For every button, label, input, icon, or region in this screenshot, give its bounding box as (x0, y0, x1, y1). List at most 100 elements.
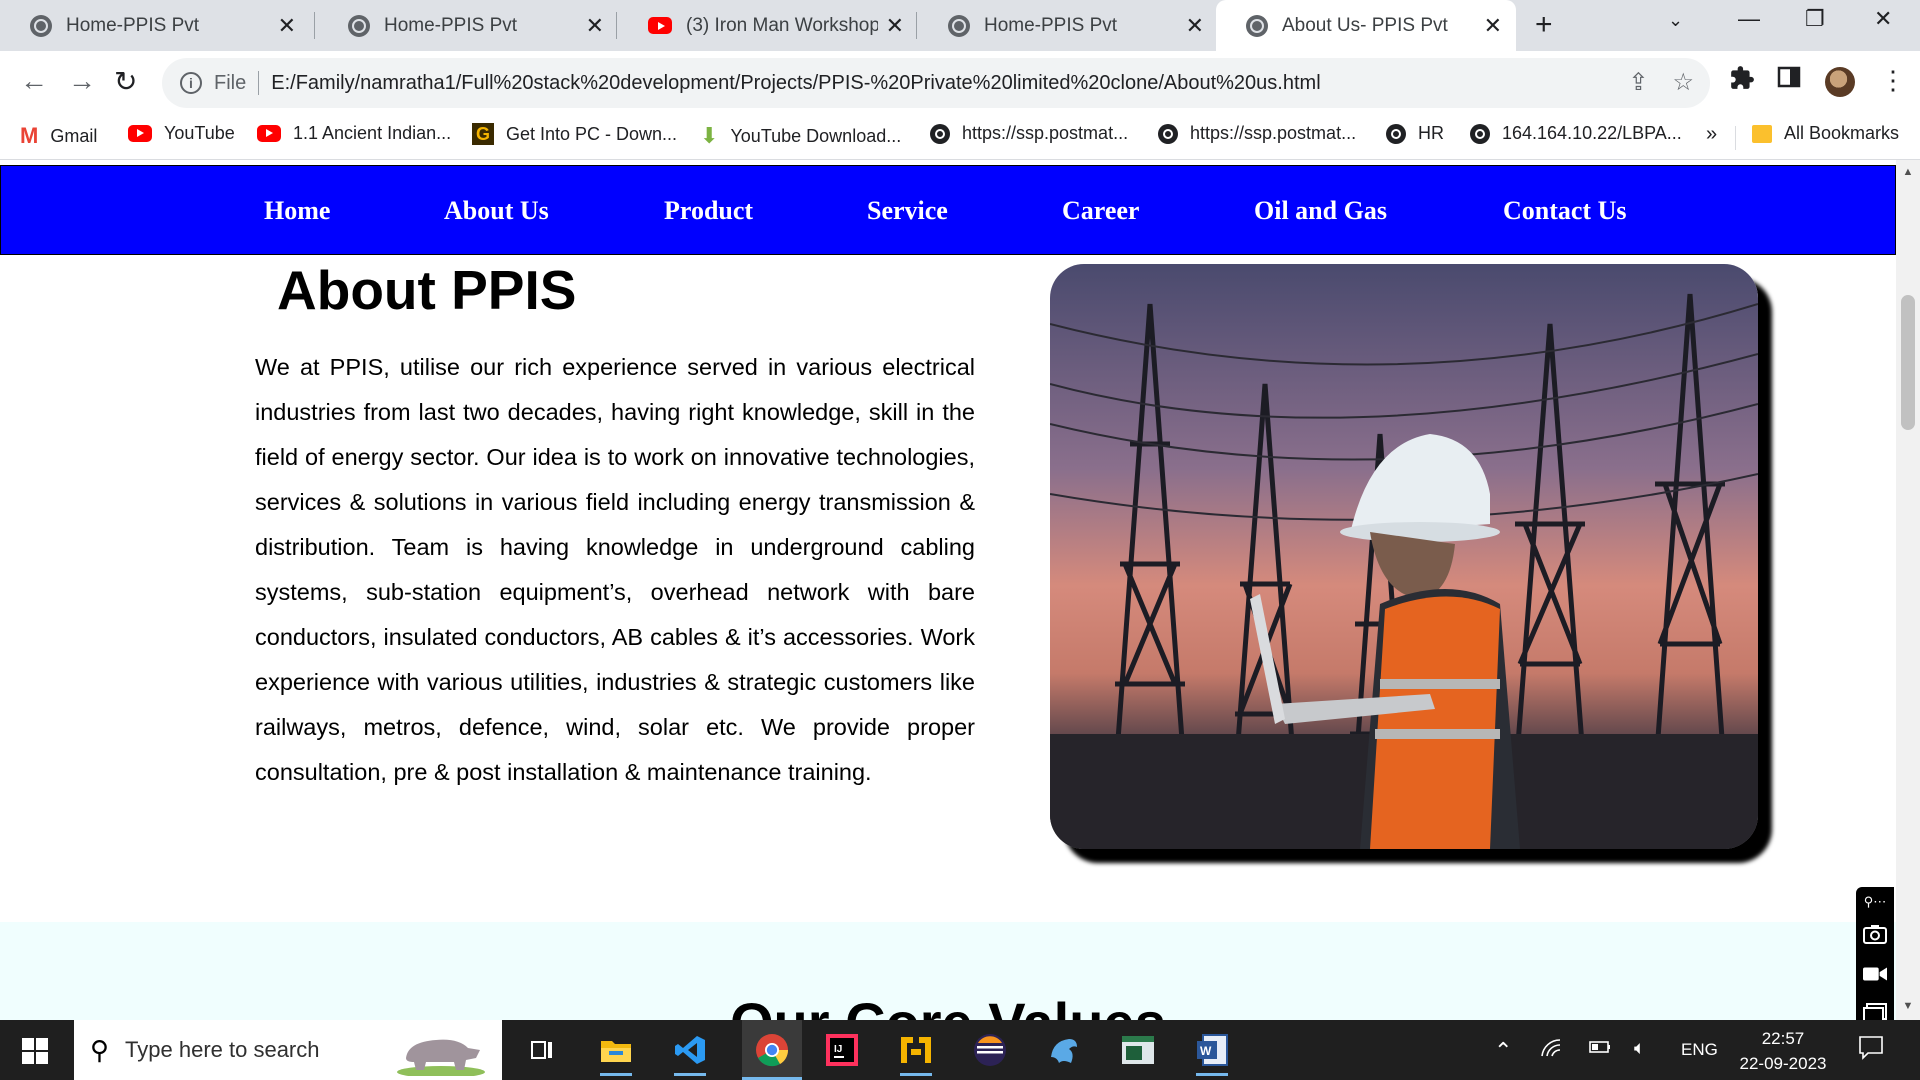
bookmark-item[interactable]: https://ssp.postmat... (930, 123, 1128, 144)
bookmark-label: https://ssp.postmat... (1190, 123, 1357, 143)
forward-icon[interactable]: → (68, 65, 96, 97)
windows-start-icon[interactable] (22, 1038, 48, 1064)
scroll-down-arrow-icon[interactable]: ▼ (1896, 996, 1920, 1016)
share-icon[interactable]: ⇪ (1628, 68, 1648, 97)
volume-icon[interactable]: 🔈︎ (1634, 1038, 1645, 1060)
divider (1735, 126, 1736, 150)
url-text[interactable]: E:/Family/namratha1/Full%20stack%20devel… (271, 72, 1320, 95)
notification-icon[interactable] (1858, 1034, 1884, 1066)
bookmark-label: 1.1 Ancient Indian... (293, 123, 452, 143)
svg-text:IJ: IJ (834, 1044, 842, 1055)
bookmark-label: https://ssp.postmat... (962, 123, 1129, 143)
language-indicator[interactable]: ENG (1681, 1040, 1718, 1060)
tab-title: Home-PPIS Pvt (984, 14, 1118, 36)
screen-recorder-toolbar: ⚲⋯ ⚙ (1856, 887, 1894, 1020)
bookmark-label: HR (1418, 123, 1444, 143)
bookmark-label: All Bookmarks (1784, 123, 1900, 143)
globe-icon (1246, 14, 1268, 37)
vscode-icon[interactable] (670, 1030, 710, 1076)
window-close-icon[interactable]: ✕ (1874, 6, 1892, 32)
bookmark-label: Gmail (50, 125, 98, 146)
side-panel-icon[interactable] (1777, 65, 1801, 96)
task-view-icon[interactable] (522, 1030, 562, 1070)
bookmark-star-icon[interactable]: ☆ (1672, 68, 1694, 97)
file-explorer-icon[interactable] (596, 1030, 636, 1076)
bookmark-item[interactable]: HR (1386, 123, 1444, 144)
tab-separator (916, 12, 917, 39)
nav-link-home[interactable]: Home (264, 166, 330, 256)
active-indicator (674, 1073, 706, 1076)
word-icon[interactable]: W (1192, 1030, 1232, 1076)
tab-search-icon[interactable]: ⌄ (1668, 10, 1683, 31)
clock-date: 22-09-2023 (1739, 1054, 1827, 1073)
nav-link-career[interactable]: Career (1062, 166, 1139, 256)
intellij-icon[interactable]: IJ (822, 1030, 862, 1070)
bookmark-item[interactable]: YouTube (128, 123, 235, 144)
reload-icon[interactable]: ↻ (114, 65, 137, 98)
show-hidden-icons-icon[interactable]: ⌃ (1494, 1038, 1512, 1064)
gmail-icon: M (20, 123, 39, 148)
menu-kebab-icon[interactable]: ⋮ (1880, 65, 1906, 96)
link-icon[interactable]: ⚲⋯ (1863, 891, 1887, 913)
bookmark-label: 164.164.10.22/LBPA... (1502, 123, 1682, 143)
video-camera-icon[interactable] (1863, 963, 1887, 985)
info-icon[interactable]: i (180, 72, 202, 94)
nav-link-contact-us[interactable]: Contact Us (1503, 166, 1627, 256)
new-tab-button[interactable]: + (1535, 8, 1553, 42)
bookmarks-overflow-button[interactable]: » (1706, 123, 1717, 146)
bookmark-item[interactable]: 164.164.10.22/LBPA... (1470, 123, 1682, 144)
browser-tab-active[interactable]: About Us- PPIS Pvt ✕ (1216, 0, 1516, 51)
close-icon[interactable]: ✕ (1186, 13, 1204, 39)
close-icon[interactable]: ✕ (278, 13, 296, 39)
nav-link-oil-and-gas[interactable]: Oil and Gas (1254, 166, 1387, 256)
browser-tab[interactable]: (3) Iron Man Workshop Ra ✕ (618, 0, 918, 51)
taskbar-search-box[interactable]: ⚲ Type here to search (74, 1020, 502, 1080)
nav-link-service[interactable]: Service (867, 166, 948, 256)
page-scrollbar[interactable]: ▲ ▼ (1896, 160, 1920, 1020)
search-icon: ⚲ (90, 1034, 110, 1065)
nav-link-product[interactable]: Product (664, 166, 753, 256)
youtube-icon (648, 17, 672, 34)
svg-text:W: W (1200, 1044, 1212, 1058)
chrome-icon[interactable] (742, 1020, 802, 1080)
minimize-icon[interactable]: — (1738, 6, 1760, 32)
app-icon[interactable] (1118, 1030, 1158, 1070)
camera-icon[interactable] (1863, 923, 1887, 945)
app-icon[interactable] (896, 1030, 936, 1076)
restore-icon[interactable]: ❐ (1805, 6, 1825, 32)
page-title: About PPIS (277, 259, 577, 321)
bookmark-label: YouTube (164, 123, 235, 143)
browser-tab[interactable]: Home-PPIS Pvt ✕ (0, 0, 310, 51)
close-icon[interactable]: ✕ (886, 13, 904, 39)
nav-link-about-us[interactable]: About Us (444, 166, 549, 256)
all-bookmarks-button[interactable]: All Bookmarks (1752, 123, 1899, 144)
bookmark-item[interactable]: ⬇ YouTube Download... (700, 123, 901, 149)
eclipse-icon[interactable] (970, 1030, 1010, 1070)
tab-separator (314, 12, 315, 39)
back-icon[interactable]: ← (20, 65, 48, 97)
profile-avatar[interactable] (1825, 67, 1855, 97)
download-icon: ⬇ (700, 123, 719, 148)
close-icon[interactable]: ✕ (586, 13, 604, 39)
address-bar[interactable]: i File E:/Family/namratha1/Full%20stack%… (162, 58, 1710, 108)
dbeaver-icon[interactable] (1044, 1030, 1084, 1070)
bookmark-item[interactable]: https://ssp.postmat... (1158, 123, 1356, 144)
browser-tab[interactable]: Home-PPIS Pvt ✕ (918, 0, 1218, 51)
extensions-icon[interactable] (1729, 65, 1755, 98)
battery-icon[interactable] (1586, 1038, 1612, 1062)
scroll-up-arrow-icon[interactable]: ▲ (1896, 162, 1920, 182)
tab-title: About Us- PPIS Pvt (1282, 14, 1448, 36)
close-icon[interactable]: ✕ (1484, 13, 1502, 39)
bookmark-item[interactable]: G Get Into PC - Down... (472, 123, 677, 145)
network-icon[interactable] (1540, 1038, 1562, 1064)
system-clock[interactable]: 22:57 22-09-2023 (1728, 1026, 1838, 1076)
getintopc-icon: G (472, 123, 494, 145)
bookmark-item[interactable]: M Gmail (20, 123, 97, 149)
browser-tab[interactable]: Home-PPIS Pvt ✕ (318, 0, 618, 51)
globe-icon (1158, 123, 1178, 144)
scrollbar-thumb[interactable] (1901, 295, 1915, 430)
bookmark-item[interactable]: 1.1 Ancient Indian... (257, 123, 451, 144)
clock-time: 22:57 (1761, 1029, 1805, 1048)
globe-icon (1470, 123, 1490, 144)
window-capture-icon[interactable] (1863, 1003, 1887, 1020)
